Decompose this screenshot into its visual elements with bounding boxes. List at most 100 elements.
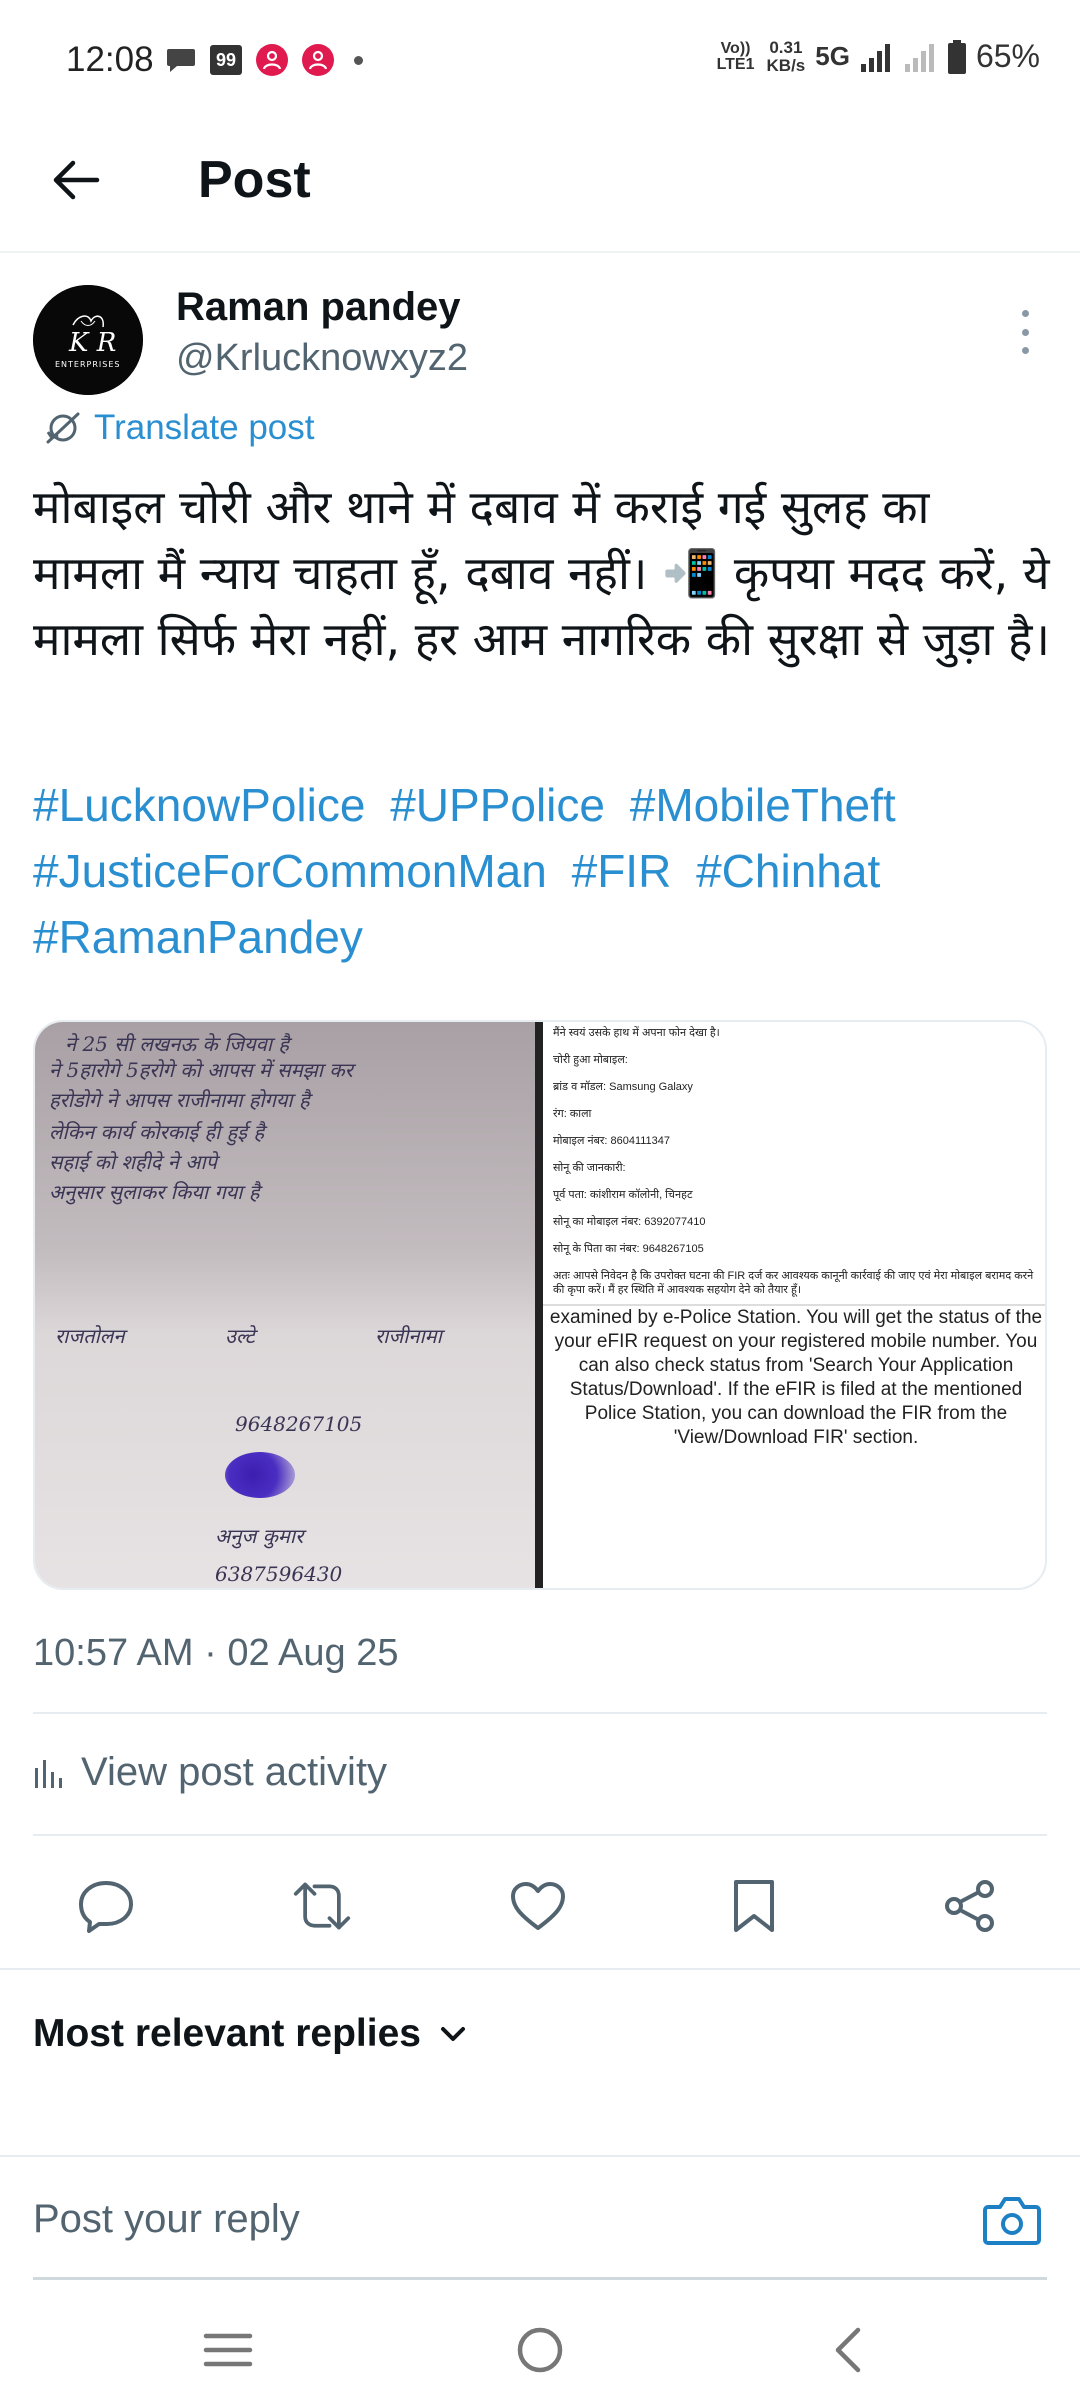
analytics-bars-icon: [35, 1759, 62, 1788]
handwritten-label: राजतोलन: [55, 1324, 125, 1348]
handwritten-line: सहाई को शहीदे ने आपे: [49, 1150, 218, 1174]
arrow-left-icon: [53, 160, 100, 200]
handwritten-label: राजीनामा: [375, 1324, 442, 1348]
network-speed-unit: KB/s: [766, 55, 806, 75]
dot-icon: [1021, 328, 1029, 336]
post-media-grid: ने 25 सी लखनऊ के जियवा है ने 5हारोगे 5हर…: [33, 1020, 1047, 1590]
reply-input[interactable]: Post your reply: [33, 2197, 300, 2242]
doc-line: रंग: काला: [553, 1108, 592, 1120]
camera-icon: [983, 2197, 1041, 2245]
share-button[interactable]: [940, 1876, 1000, 1936]
like-button[interactable]: [508, 1876, 568, 1936]
hashtag-link[interactable]: #JusticeForCommonMan: [33, 845, 547, 897]
camera-button[interactable]: [982, 2195, 1042, 2247]
hashtag-link[interactable]: #RamanPandey: [33, 911, 363, 963]
handwritten-line: हरोडोगे ने आपस राजीनामा होगया है: [49, 1088, 310, 1112]
chevron-left-icon: [835, 2327, 861, 2373]
replies-sort-label: Most relevant replies: [33, 2012, 421, 2055]
handwritten-label: 6387596430: [215, 1562, 343, 1586]
heart-icon: [511, 1882, 565, 1930]
handwritten-label: उल्टे: [225, 1324, 255, 1348]
handwritten-line: ने 25 सी लखनऊ के जियवा है: [65, 1032, 290, 1056]
more-notifications-dot-icon: [354, 55, 363, 65]
dot-icon: [1021, 310, 1029, 317]
hashtag-link[interactable]: #MobileTheft: [630, 779, 896, 831]
handwritten-line: ने 5हारोगे 5हरोगे को आपस में समझा कर: [49, 1058, 353, 1082]
complaint-document: मैंने स्वयं उसके हाथ में अपना फोन देखा ह…: [543, 1022, 1045, 1302]
network-type: 5G: [815, 41, 850, 71]
author-handle[interactable]: @Krlucknowxyz2: [176, 337, 468, 380]
signal-strength-icon: [860, 43, 890, 72]
notification-person-icon: [256, 44, 288, 76]
doc-line: ब्रांड व मॉडल: Samsung Galaxy: [553, 1081, 693, 1093]
handwritten-line: अनुसार सुलाकर किया गया है: [49, 1180, 260, 1204]
system-status: Vo)) LTE1 0.31 KB/s 5G 65%: [715, 38, 1040, 75]
reply-button[interactable]: [76, 1876, 136, 1936]
handwritten-label: अनुज कुमार: [215, 1524, 304, 1548]
view-post-activity-link[interactable]: View post activity: [33, 1750, 387, 1795]
reply-input-underline: [33, 2277, 1047, 2280]
divider: [0, 1968, 1080, 1970]
translate-icon: [46, 412, 80, 444]
system-navigation-bar: [0, 2290, 1080, 2408]
more-options-button[interactable]: [1010, 310, 1040, 354]
network-speed: 0.31 KB/s: [766, 37, 806, 75]
doc-line: अतः आपसे निवेदन है कि उपरोक्त घटना की FI…: [553, 1270, 1034, 1296]
battery-percent: 65%: [975, 38, 1040, 74]
translate-post-link[interactable]: Translate post: [44, 408, 314, 448]
author-name[interactable]: Raman pandey: [176, 285, 461, 330]
doc-line: मोबाइल नंबर: 8604111347: [553, 1135, 671, 1147]
bookmark-button[interactable]: [724, 1876, 784, 1936]
post-hashtags: #LucknowPolice #UPPolice #MobileTheft #J…: [33, 772, 1053, 970]
doc-line: सोनू की जानकारी:: [553, 1162, 626, 1174]
status-bar: 12:08 99 Vo)) LTE1 0.31 KB/s 5G 65%: [0, 0, 1080, 120]
post-actions-bar: [0, 1860, 1080, 1948]
menu-icon: [203, 2333, 253, 2367]
back-button[interactable]: [46, 150, 106, 210]
doc-line: चोरी हुआ मोबाइल:: [553, 1054, 628, 1066]
post-text: मोबाइल चोरी और थाने में दबाव में कराई गई…: [33, 480, 1050, 666]
handwritten-letter-image[interactable]: ने 25 सी लखनऊ के जियवा है ने 5हारोगे 5हर…: [35, 1022, 535, 1588]
doc-line: पूर्व पता: कांशीराम कॉलोनी, चिनहट: [553, 1189, 693, 1201]
share-icon: [945, 1880, 994, 1932]
battery-icon: [947, 39, 966, 74]
bookmark-icon: [734, 1880, 774, 1932]
media-divider: [535, 1022, 543, 1588]
translate-post-label: Translate post: [94, 408, 315, 447]
doc-line: सोनू का मोबाइल नंबर: 6392077410: [553, 1216, 706, 1228]
handwritten-line: लेकिन कार्य कोरकाई ही हुई है: [49, 1120, 265, 1144]
reply-composer: Post your reply: [0, 2155, 1080, 2280]
hashtag-link[interactable]: #Chinhat: [696, 845, 880, 897]
replies-sort-dropdown[interactable]: Most relevant replies: [33, 2012, 467, 2056]
repost-button[interactable]: [292, 1876, 352, 1936]
top-app-bar: Post: [0, 120, 1080, 253]
enterprise-logo-icon: K R ENTERPRISES: [33, 285, 143, 395]
notification-person-icon: [302, 44, 334, 76]
efir-status-text: examined by e-Police Station. You will g…: [543, 1304, 1045, 1588]
home-button[interactable]: [500, 2310, 580, 2390]
divider: [33, 1712, 1047, 1714]
recent-apps-button[interactable]: [188, 2310, 268, 2390]
avatar-monogram: K R: [68, 328, 116, 358]
app-99-icon: 99: [210, 45, 242, 75]
view-post-activity-label: View post activity: [81, 1750, 388, 1794]
repost-icon: [293, 1882, 351, 1930]
doc-line: सोनू के पिता का नंबर: 9648267105: [553, 1243, 704, 1255]
hashtag-link[interactable]: #LucknowPolice: [33, 779, 365, 831]
thumbprint: [225, 1452, 295, 1498]
volte-indicator: Vo)) LTE1: [716, 39, 755, 73]
chevron-down-icon: [440, 2027, 465, 2041]
post-timestamp: 10:57 AM · 02 Aug 25: [33, 1632, 399, 1674]
divider: [33, 1834, 1047, 1836]
chat-bubble-icon: [167, 49, 195, 72]
author-avatar[interactable]: K R ENTERPRISES: [33, 285, 143, 395]
signal-strength-sim2-icon: [904, 43, 934, 72]
hashtag-link[interactable]: #UPPolice: [390, 779, 605, 831]
avatar-subtext: ENTERPRISES: [55, 360, 121, 369]
back-nav-button[interactable]: [808, 2310, 888, 2390]
reply-icon: [79, 1881, 133, 1933]
network-speed-value: 0.31: [769, 37, 803, 57]
handwritten-label: 9648267105: [235, 1412, 363, 1436]
document-screenshot-image[interactable]: मैंने स्वयं उसके हाथ में अपना फोन देखा ह…: [543, 1022, 1045, 1588]
hashtag-link[interactable]: #FIR: [572, 845, 672, 897]
